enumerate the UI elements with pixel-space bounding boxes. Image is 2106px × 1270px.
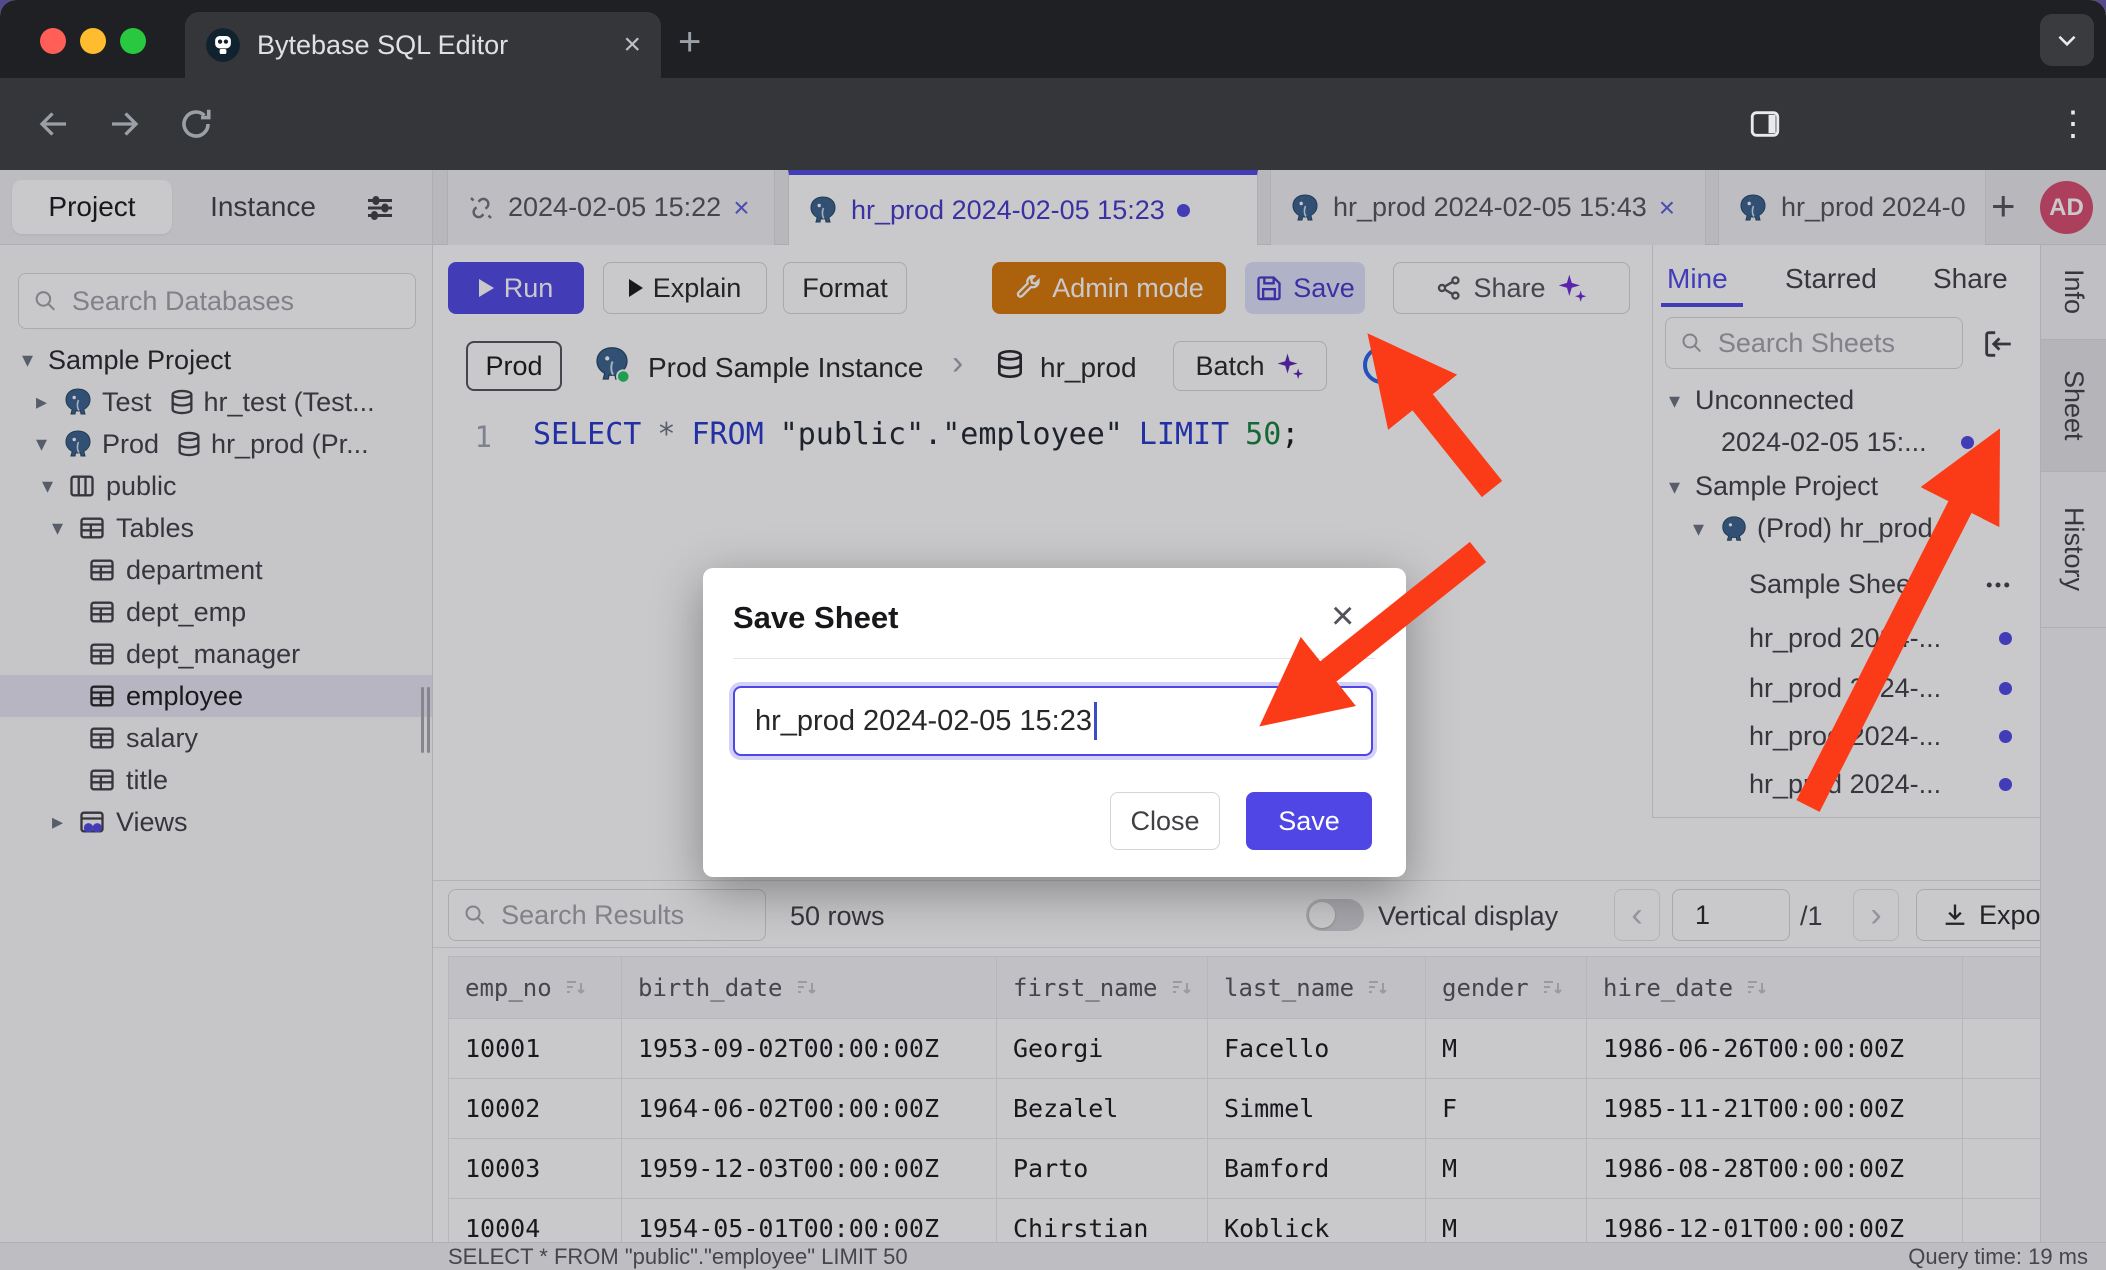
- text-cursor: [1094, 702, 1097, 740]
- browser-titlebar: Bytebase SQL Editor × +: [0, 0, 2106, 78]
- modal-save-button[interactable]: Save: [1246, 792, 1372, 850]
- browser-tab[interactable]: Bytebase SQL Editor ×: [185, 12, 661, 78]
- window-close-button[interactable]: [40, 28, 66, 54]
- back-icon[interactable]: [36, 106, 72, 142]
- browser-window: Bytebase SQL Editor × + localhost:8080/s…: [0, 0, 2106, 1270]
- divider: [733, 658, 1375, 659]
- modal-close-button[interactable]: Close: [1110, 792, 1220, 850]
- window-zoom-button[interactable]: [120, 28, 146, 54]
- modal-close-icon[interactable]: ×: [1331, 594, 1354, 639]
- reload-icon[interactable]: [178, 106, 214, 142]
- window-minimize-button[interactable]: [80, 28, 106, 54]
- browser-toolbar: localhost:8080/sql-editor/prod-sample-in…: [0, 78, 2106, 170]
- side-panel-icon[interactable]: [1748, 107, 1782, 141]
- modal-title: Save Sheet: [733, 600, 898, 636]
- bytebase-favicon: [205, 27, 241, 63]
- tab-search-button[interactable]: [2040, 14, 2094, 66]
- forward-icon[interactable]: [106, 106, 142, 142]
- sheet-name-input[interactable]: hr_prod 2024-02-05 15:23: [733, 686, 1373, 756]
- browser-tab-title: Bytebase SQL Editor: [257, 30, 623, 61]
- new-tab-button[interactable]: +: [678, 20, 701, 65]
- tab-close-icon[interactable]: ×: [623, 28, 641, 62]
- chevron-down-icon: [2054, 27, 2080, 53]
- save-sheet-modal: Save Sheet × hr_prod 2024-02-05 15:23 Cl…: [703, 568, 1406, 877]
- browser-menu-icon[interactable]: ⋮: [2056, 104, 2091, 144]
